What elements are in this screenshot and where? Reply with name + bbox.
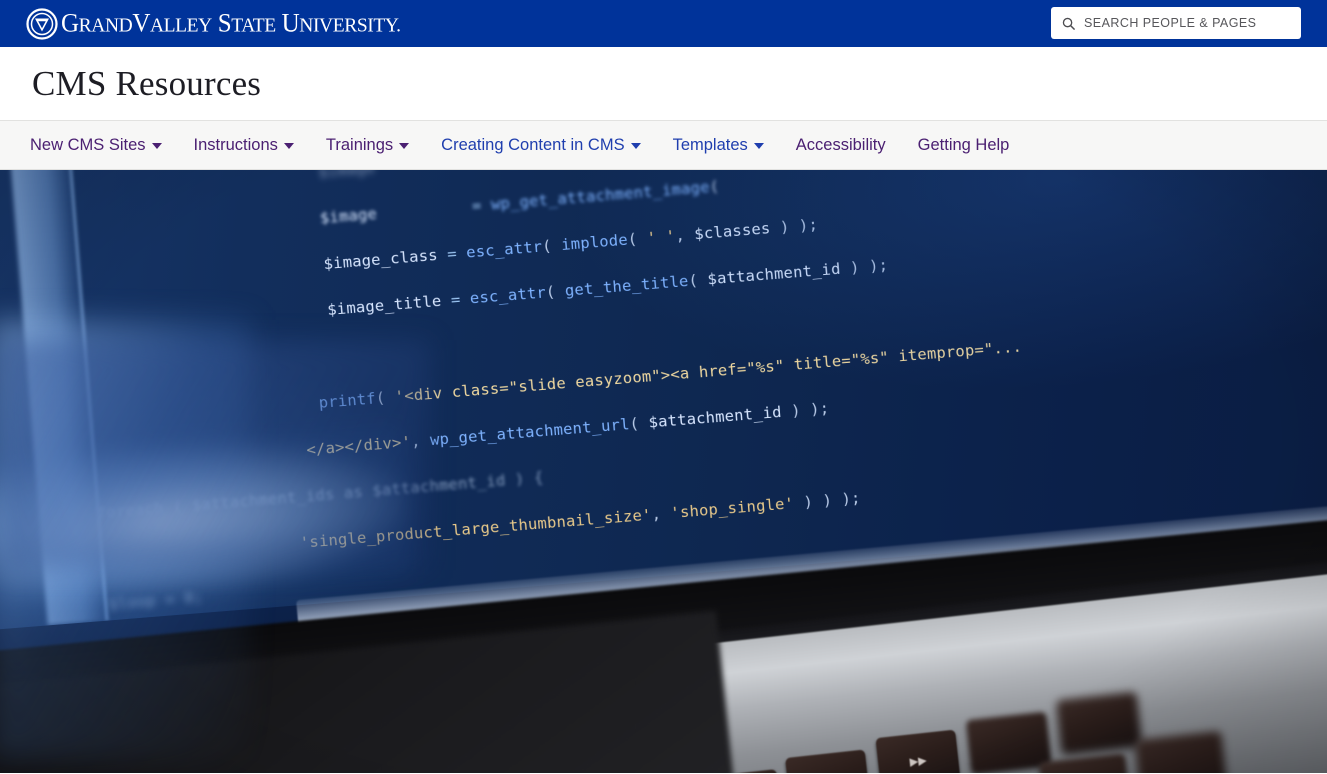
nav-item-new-cms-sites[interactable]: New CMS Sites — [30, 133, 162, 158]
search-icon — [1062, 17, 1075, 30]
nav-item-label: Creating Content in CMS — [441, 135, 625, 154]
page-title: CMS Resources — [32, 64, 262, 103]
nav-item-label: Accessibility — [795, 135, 886, 154]
nav-item-label: Getting Help — [917, 135, 1010, 154]
nav-item-templates[interactable]: Templates — [673, 133, 764, 158]
chevron-down-icon — [753, 143, 764, 149]
search-input[interactable] — [1084, 7, 1291, 39]
search-box[interactable] — [1051, 7, 1301, 39]
nav-item-trainings[interactable]: Trainings — [325, 133, 410, 158]
chevron-down-icon — [151, 143, 162, 149]
key-f11 — [1056, 691, 1142, 755]
key-f8-play-pause: ▶❙❙ — [785, 749, 871, 773]
site-header: GRANDVALLEY STATE UNIVERSITY. GRAND VALL… — [0, 0, 1327, 47]
nav-item-label: Instructions — [193, 135, 278, 154]
page-title-band: CMS Resources — [0, 47, 1327, 120]
hero-banner: $image = wp_get_attachment_image( $attac… — [0, 170, 1327, 773]
nav-item-label: Trainings — [325, 135, 394, 154]
page-root: GRANDVALLEY STATE UNIVERSITY. GRAND VALL… — [0, 0, 1327, 774]
nav-item-accessibility[interactable]: Accessibility — [796, 133, 886, 158]
key-equals — [1135, 730, 1228, 773]
chevron-down-icon — [630, 143, 641, 149]
gvsu-wordmark: GRANDVALLEY STATE UNIVERSITY. — [61, 9, 401, 38]
chevron-down-icon — [399, 143, 410, 149]
key-minus: _- — [1039, 753, 1132, 773]
nav-item-creating-content-in-cms[interactable]: Creating Content in CMS — [441, 133, 641, 158]
key-f10 — [966, 711, 1052, 773]
nav-item-label: Templates — [672, 135, 748, 154]
chevron-down-icon — [283, 143, 294, 149]
nav-item-getting-help[interactable]: Getting Help — [918, 133, 1010, 158]
nav-item-instructions[interactable]: Instructions — [194, 133, 294, 158]
key-f9-fast-forward: ▶▶ — [875, 729, 962, 773]
hero-banner-photo: $image = wp_get_attachment_image( $attac… — [0, 170, 1327, 773]
gvsu-shield-logo-icon — [26, 7, 58, 40]
primary-navigation: New CMS Sites Instructions Trainings Cre… — [0, 120, 1327, 170]
nav-item-label: New CMS Sites — [30, 135, 146, 154]
gvsu-home-link[interactable]: GRANDVALLEY STATE UNIVERSITY. GRAND VALL… — [26, 7, 401, 40]
